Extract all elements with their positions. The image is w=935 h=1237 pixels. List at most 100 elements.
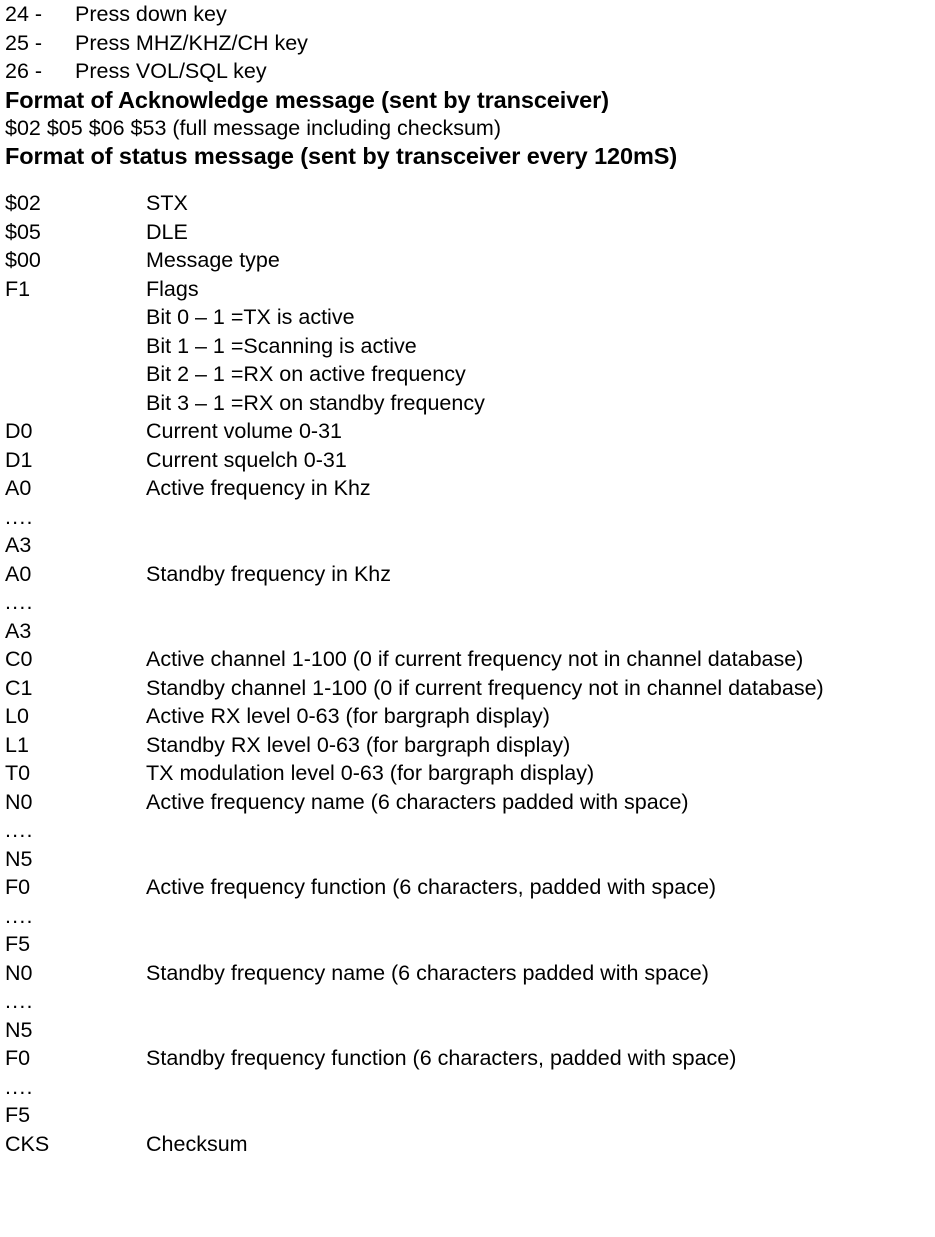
field-code: .... [5,903,34,928]
list-item: 24 - Press down key [5,0,935,29]
table-row-flag-bit: Bit 2 – 1 =RX on active frequency [5,360,935,389]
key-number: 26 - [5,59,43,83]
table-row: CKS Checksum [5,1130,935,1159]
field-code: .... [5,590,34,614]
key-description: Press down key [75,2,227,26]
table-row: $05 DLE [5,218,935,247]
field-description: Active channel 1-100 (0 if current frequ… [146,647,804,671]
table-row-continuation: .... [5,902,935,931]
table-row: F0 Active frequency function (6 character… [5,873,935,902]
field-code: A0 [5,561,32,586]
table-row: F1 Flags [5,275,935,304]
field-code: F1 [5,276,31,301]
table-row: N0 Standby frequency name (6 characters p… [5,959,935,988]
key-description: Press MHZ/KHZ/CH key [75,30,308,55]
table-row: C0 Active channel 1-100 (0 if current fre… [5,645,935,674]
field-code: D1 [5,447,33,472]
field-description: Current volume 0-31 [146,419,342,443]
table-row: $00 Message type [5,246,935,275]
field-code: .... [5,989,34,1013]
key-description: Press VOL/SQL key [75,59,267,83]
table-row: L0 Active RX level 0-63 (for bargraph dis… [5,702,935,731]
field-description: DLE [146,219,188,244]
list-item: 25 - Press MHZ/KHZ/CH key [5,29,935,58]
field-description: Standby frequency name (6 characters pad… [146,960,709,985]
table-row: N5 [5,845,935,874]
field-description: Message type [146,248,280,272]
table-row: N0 Active frequency name (6 characters pa… [5,788,935,817]
table-row: D0 Current volume 0-31 [5,417,935,446]
field-code: L1 [5,732,29,757]
field-code: A3 [5,533,32,557]
field-description: Current squelch 0-31 [146,447,347,472]
field-description: Bit 3 – 1 =RX on standby frequency [146,390,485,415]
table-row-flag-bit: Bit 1 – 1 =Scanning is active [5,332,935,361]
field-code: .... [5,818,34,842]
field-description: Bit 2 – 1 =RX on active frequency [146,362,466,386]
key-command-list: 24 - Press down key 25 - Press MHZ/KHZ/CH … [0,0,935,86]
table-row: F5 [5,930,935,959]
field-description: Active frequency function (6 characters,… [146,875,717,899]
field-code: F5 [5,1103,31,1127]
table-row-continuation: .... [5,503,935,532]
table-row-flag-bit: Bit 0 – 1 =TX is active [5,303,935,332]
field-code: N0 [5,789,33,814]
key-number: 25 - [5,30,43,55]
field-code: CKS [5,1131,50,1156]
field-code: F0 [5,875,31,899]
field-description: Standby RX level 0-63 (for bargraph disp… [146,732,571,757]
field-description: Standby frequency function (6 characters… [146,1046,737,1070]
field-description: Bit 1 – 1 =Scanning is active [146,333,417,358]
table-row: A0 Active frequency in Khz [5,474,935,503]
field-code: A0 [5,476,32,500]
table-row: $02 STX [5,189,935,218]
field-description: STX [146,191,188,215]
field-code: F0 [5,1046,31,1070]
table-row: C1 Standby channel 1-100 (0 if current fr… [5,674,935,703]
field-description: Active frequency name (6 characters padd… [146,789,689,814]
field-code: $00 [5,248,41,272]
field-description: Active RX level 0-63 (for bargraph displ… [146,704,550,728]
field-code: N5 [5,1017,33,1042]
field-code: $05 [5,219,41,244]
field-code: N5 [5,846,33,871]
table-row-continuation: .... [5,588,935,617]
field-code: L0 [5,704,29,728]
field-description: Checksum [146,1131,248,1156]
list-item: 26 - Press VOL/SQL key [5,57,935,86]
table-row: A3 [5,531,935,560]
acknowledge-section-heading: Format of Acknowledge message (sent by t… [5,86,609,113]
table-row: N5 [5,1016,935,1045]
field-code: .... [5,504,34,529]
field-description: TX modulation level 0-63 (for bargraph d… [146,761,595,785]
field-description: Bit 0 – 1 =TX is active [146,305,355,329]
field-code: .... [5,1074,34,1099]
field-code: C0 [5,647,33,671]
table-row: D1 Current squelch 0-31 [5,446,935,475]
key-number: 24 - [5,2,43,26]
field-code: C1 [5,675,33,700]
field-code: $02 [5,191,41,215]
table-row: F0 Standby frequency function (6 characte… [5,1044,935,1073]
field-description: Flags [146,276,199,301]
table-row: L1 Standby RX level 0-63 (for bargraph di… [5,731,935,760]
field-code: F5 [5,932,31,956]
table-row-continuation: .... [5,987,935,1016]
field-code: D0 [5,419,33,443]
field-description: Standby frequency in Khz [146,561,392,586]
status-message-field-table: $02 STX $05 DLE $00 Message type F1 Flags Bi… [0,189,935,1158]
table-row: T0 TX modulation level 0-63 (for bargraph… [5,759,935,788]
table-row: F5 [5,1101,935,1130]
acknowledge-message-body: $02 $05 $06 $53 (full message including … [5,115,501,140]
status-section-heading: Format of status message (sent by transc… [5,143,678,169]
field-description: Active frequency in Khz [146,476,371,500]
table-row-continuation: .... [5,1073,935,1102]
table-row: A3 [5,617,935,646]
table-row-continuation: .... [5,816,935,845]
field-code: A3 [5,618,32,643]
table-row-flag-bit: Bit 3 – 1 =RX on standby frequency [5,389,935,418]
field-code: N0 [5,960,33,985]
table-row: A0 Standby frequency in Khz [5,560,935,589]
document-page: 24 - Press down key 25 - Press MHZ/KHZ/CH … [0,0,935,1237]
field-code: T0 [5,761,31,785]
